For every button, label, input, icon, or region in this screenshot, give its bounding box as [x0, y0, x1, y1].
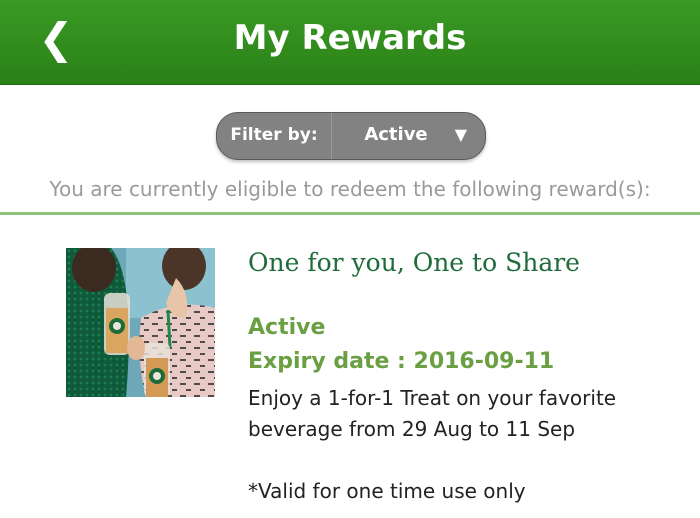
reward-description: Enjoy a 1-for-1 Treat on your favorite b… — [248, 386, 617, 441]
reward-image[interactable] — [66, 248, 215, 397]
page-title: My Rewards — [233, 18, 467, 58]
section-divider — [0, 212, 700, 215]
dropdown-arrow-icon[interactable]: ▼ — [455, 113, 467, 159]
top-nav-bar: ❮ My Rewards — [0, 0, 700, 85]
reward-status: Active — [248, 315, 326, 340]
filter-label: Filter by: — [217, 113, 332, 159]
reward-title[interactable]: One for you, One to Share — [248, 248, 608, 278]
eligibility-message: You are currently eligible to redeem the… — [49, 177, 651, 201]
reward-usage-note: *Valid for one time use only — [248, 479, 526, 503]
filter-selected-value[interactable]: Active — [351, 113, 441, 159]
reward-expiry-date: Expiry date : 2016-09-11 — [248, 349, 555, 374]
filter-dropdown[interactable]: Filter by: Active ▼ — [216, 112, 486, 160]
